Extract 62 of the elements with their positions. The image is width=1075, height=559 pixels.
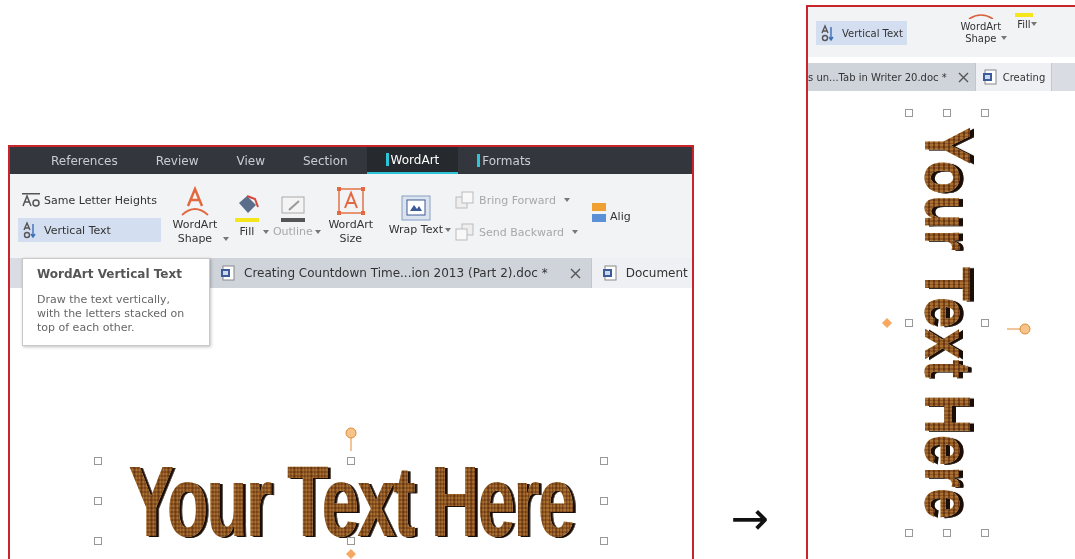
rotation-handle[interactable] [345, 427, 357, 451]
rotate-handle-icon [345, 427, 357, 451]
resize-handle[interactable] [600, 497, 608, 505]
document-icon [981, 69, 998, 85]
wordart-size-icon [335, 186, 366, 216]
fill-button[interactable]: Fill [228, 190, 265, 242]
ribbon-tab[interactable]: WordArt [366, 147, 459, 174]
resize-handle[interactable] [980, 529, 989, 537]
bring-forward-icon [455, 191, 476, 209]
document-tab[interactable]: s un...Tab in Writer 20.doc * [808, 63, 976, 91]
document-tab[interactable]: Creating [975, 63, 1053, 91]
wrap-button[interactable]: Wrap Text [384, 192, 448, 240]
adjust-handle[interactable] [881, 318, 892, 328]
resize-handle[interactable] [904, 529, 913, 537]
size-button[interactable]: WordArt Size [320, 183, 381, 249]
resize-handle[interactable] [600, 537, 608, 545]
arrow: → [729, 490, 771, 547]
tooltip-title: WordArt Vertical Text [37, 267, 183, 281]
shape-button[interactable]: WordArt Shape [164, 183, 225, 249]
adjust-handle[interactable] [346, 549, 356, 559]
wrap-text-icon [400, 195, 431, 221]
ribbon-tab[interactable]: Section [284, 147, 367, 174]
wordart-shape-icon [179, 186, 210, 216]
vertical-text-button[interactable]: Vertical Text [816, 21, 907, 45]
tab-marker-icon [385, 153, 389, 166]
rotate-handle-icon [1006, 323, 1031, 335]
resize-handle[interactable] [980, 319, 989, 327]
resize-handle[interactable] [600, 457, 608, 465]
resize-handle[interactable] [347, 537, 355, 545]
resize-handle[interactable] [94, 497, 102, 505]
ribbon-tab[interactable]: Formats [458, 147, 550, 174]
resize-handle[interactable] [904, 109, 913, 117]
resize-handle[interactable] [942, 109, 951, 117]
diamond-icon [346, 549, 356, 559]
fill-button[interactable]: Fill [1010, 13, 1037, 34]
ribbon-tab[interactable]: References [32, 147, 137, 174]
document-icon [601, 265, 618, 281]
resize-handle[interactable] [942, 529, 951, 537]
send-backward-icon [455, 223, 476, 241]
letter-height-icon [22, 193, 40, 207]
resize-handle[interactable] [94, 457, 102, 465]
letter-heights-button[interactable]: Same Letter Heights [18, 190, 161, 210]
ribbon-tab[interactable]: View [217, 147, 284, 174]
fill-color-bar-icon [1014, 13, 1033, 17]
vertical-text-button[interactable]: Vertical Text [18, 218, 161, 242]
arc-icon [966, 13, 995, 19]
diamond-icon [881, 318, 892, 328]
tab-marker-icon [477, 154, 481, 167]
outline-icon [278, 193, 307, 223]
paint-bucket-icon [232, 193, 261, 223]
document-tab[interactable]: Document [591, 258, 692, 288]
resize-handle[interactable] [904, 319, 913, 327]
resize-handle[interactable] [347, 457, 355, 465]
rotation-handle[interactable] [1006, 323, 1031, 335]
shape-button[interactable]: WordArt Shape [954, 13, 1007, 48]
document-tab[interactable]: Creating Countdown Time...ion 2013 (Part 2).doc * [210, 258, 592, 288]
tooltip-text: Draw the text vertically, with the letters stacked on top of each other. [37, 293, 186, 335]
resize-handle[interactable] [94, 537, 102, 545]
document-icon [220, 265, 236, 281]
ribbon-tab[interactable]: Review [136, 147, 218, 174]
resize-handle[interactable] [980, 109, 989, 117]
align-button[interactable]: Alig [586, 198, 635, 234]
